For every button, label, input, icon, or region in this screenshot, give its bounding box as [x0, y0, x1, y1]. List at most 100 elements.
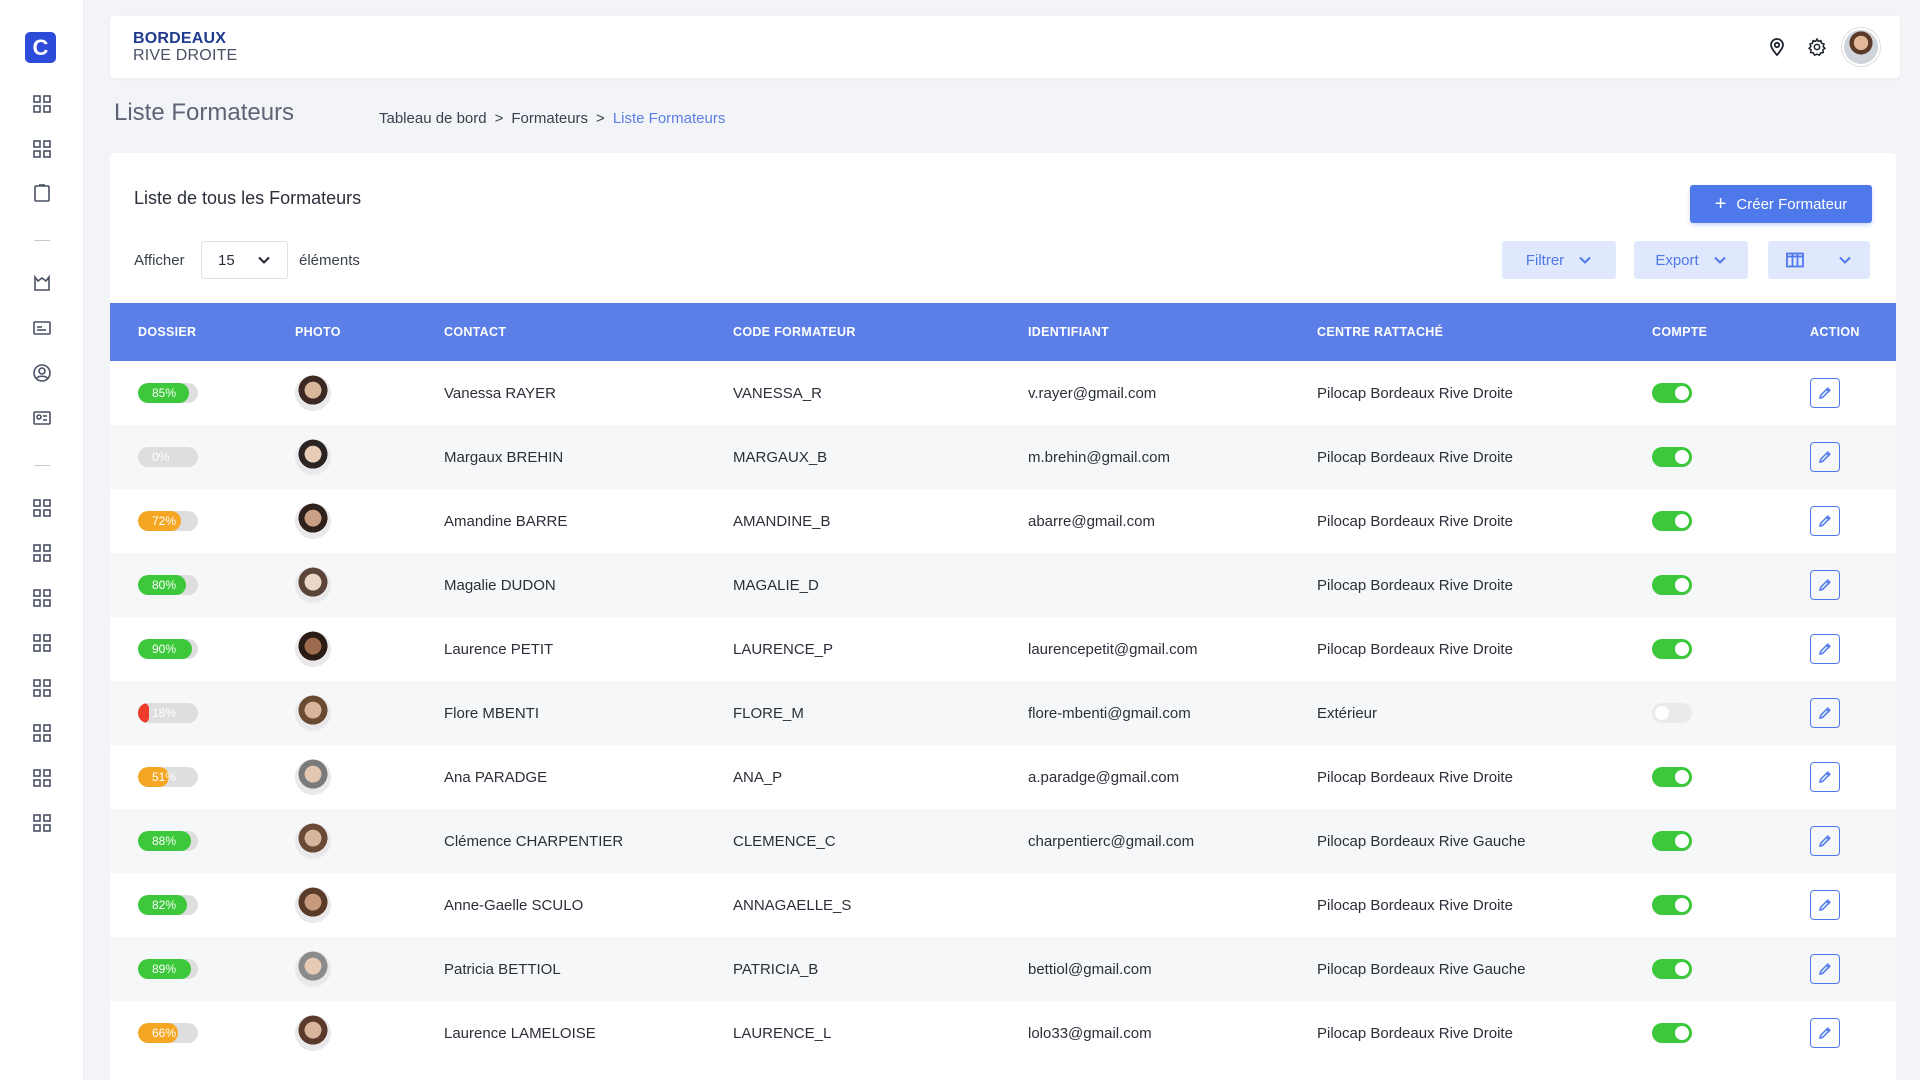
edit-button[interactable] — [1810, 698, 1840, 728]
dossier-cell: 72% — [138, 489, 198, 553]
account-toggle[interactable] — [1652, 575, 1692, 595]
trainer-code: MARGAUX_B — [733, 448, 828, 466]
pencil-icon — [1818, 387, 1831, 400]
contact-name[interactable]: Flore MBENTI — [444, 681, 539, 745]
grid-icon[interactable] — [31, 587, 53, 609]
edit-button[interactable] — [1810, 506, 1840, 536]
clipboard-icon[interactable] — [31, 182, 53, 204]
show-label: Afficher — [134, 252, 185, 269]
action-cell — [1810, 809, 1840, 873]
edit-button[interactable] — [1810, 442, 1840, 472]
column-header-centre[interactable]: CENTRE RATTACHÉ — [1317, 303, 1443, 361]
edit-button[interactable] — [1810, 570, 1840, 600]
edit-button[interactable] — [1810, 1018, 1840, 1048]
column-header-contact[interactable]: CONTACT — [444, 303, 506, 361]
breadcrumb-trainers[interactable]: Formateurs — [511, 110, 588, 127]
grid-icon[interactable] — [31, 812, 53, 834]
dossier-cell: 0% — [138, 425, 198, 489]
account-toggle[interactable] — [1652, 767, 1692, 787]
account-toggle[interactable] — [1652, 895, 1692, 915]
export-button[interactable]: Export — [1634, 241, 1748, 279]
trainer-photo — [295, 503, 331, 539]
edit-button[interactable] — [1810, 826, 1840, 856]
chevron-down-icon — [1713, 256, 1726, 264]
id-card-icon[interactable] — [31, 317, 53, 339]
centre-name: Pilocap Bordeaux Rive Droite — [1317, 640, 1513, 658]
account-toggle[interactable] — [1652, 383, 1692, 403]
contact-name[interactable]: Clémence CHARPENTIER — [444, 809, 623, 873]
dossier-percent: 82% — [152, 898, 177, 912]
account-toggle[interactable] — [1652, 959, 1692, 979]
contact-name[interactable]: Vanessa RAYER — [444, 361, 556, 425]
grid-icon[interactable] — [31, 93, 53, 115]
table-header: DOSSIER PHOTO CONTACT CODE FORMATEUR IDE… — [110, 303, 1896, 361]
account-toggle[interactable] — [1652, 831, 1692, 851]
account-toggle[interactable] — [1652, 447, 1692, 467]
pencil-icon — [1818, 835, 1831, 848]
contact-name[interactable]: Magalie DUDON — [444, 553, 556, 617]
account-toggle[interactable] — [1652, 639, 1692, 659]
trainer-code: ANNAGAELLE_S — [733, 896, 852, 914]
table-row: 90% Laurence PETIT LAURENCE_P laurencepe… — [110, 617, 1896, 681]
chevron-down-icon — [258, 256, 270, 264]
dossier-percent: 18% — [152, 706, 177, 720]
column-header-code[interactable]: CODE FORMATEUR — [733, 303, 856, 361]
grid-icon[interactable] — [31, 677, 53, 699]
user-circle-icon[interactable] — [31, 362, 53, 384]
edit-button[interactable] — [1810, 890, 1840, 920]
compte-cell — [1652, 361, 1692, 425]
grid-icon[interactable] — [31, 767, 53, 789]
contact-name[interactable]: Laurence PETIT — [444, 617, 553, 681]
column-header-dossier[interactable]: DOSSIER — [138, 303, 196, 361]
account-toggle[interactable] — [1652, 703, 1692, 723]
action-cell — [1810, 425, 1840, 489]
contact-name[interactable]: Margaux BREHIN — [444, 425, 563, 489]
contact-name[interactable]: Anne-Gaelle SCULO — [444, 873, 583, 937]
inbox-icon[interactable] — [31, 272, 53, 294]
filter-label: Filtrer — [1525, 251, 1565, 269]
app-logo[interactable]: C — [25, 32, 56, 63]
filter-button[interactable]: Filtrer — [1502, 241, 1616, 279]
grid-icon[interactable] — [31, 497, 53, 519]
dossier-cell: 18% — [138, 681, 198, 745]
contact-name[interactable]: Patricia BETTIOL — [444, 937, 561, 1001]
photo-cell — [295, 745, 331, 809]
identifiant-email: flore-mbenti@gmail.com — [1028, 704, 1191, 722]
user-avatar[interactable] — [1842, 28, 1880, 66]
dossier-progress: 66% — [138, 1023, 198, 1043]
edit-button[interactable] — [1810, 954, 1840, 984]
dossier-percent: 51% — [152, 770, 177, 784]
breadcrumb-dashboard[interactable]: Tableau de bord — [379, 110, 487, 127]
column-header-identifiant[interactable]: IDENTIFIANT — [1028, 303, 1109, 361]
account-toggle[interactable] — [1652, 1023, 1692, 1043]
columns-button[interactable] — [1768, 241, 1870, 279]
dossier-percent: 66% — [152, 1026, 177, 1040]
contact-name[interactable]: Amandine BARRE — [444, 489, 567, 553]
identifiant-email: laurencepetit@gmail.com — [1028, 640, 1198, 658]
location-pin-icon[interactable] — [1766, 36, 1788, 58]
grid-icon[interactable] — [31, 138, 53, 160]
account-toggle[interactable] — [1652, 511, 1692, 531]
create-trainer-button[interactable]: + Créer Formateur — [1690, 185, 1872, 223]
trainer-code: MAGALIE_D — [733, 576, 819, 594]
grid-icon[interactable] — [31, 632, 53, 654]
grid-icon[interactable] — [31, 542, 53, 564]
grid-icon[interactable] — [31, 722, 53, 744]
edit-button[interactable] — [1810, 762, 1840, 792]
trainer-photo — [295, 439, 331, 475]
edit-button[interactable] — [1810, 378, 1840, 408]
column-header-compte[interactable]: COMPTE — [1652, 303, 1707, 361]
dossier-percent: 0% — [152, 450, 170, 464]
gear-icon[interactable] — [1806, 36, 1828, 58]
contact-name[interactable]: Ana PARADGE — [444, 745, 547, 809]
contact-card-icon[interactable] — [31, 407, 53, 429]
column-header-photo[interactable]: PHOTO — [295, 303, 341, 361]
identifiant-email: m.brehin@gmail.com — [1028, 448, 1170, 466]
trainer-photo — [295, 951, 331, 987]
table-row: 18% Flore MBENTI FLORE_M flore-mbenti@gm… — [110, 681, 1896, 745]
page-size-select[interactable]: 15 — [201, 241, 288, 279]
contact-name[interactable]: Laurence LAMELOISE — [444, 1001, 596, 1065]
edit-button[interactable] — [1810, 634, 1840, 664]
column-header-action[interactable]: ACTION — [1810, 303, 1860, 361]
photo-cell — [295, 1001, 331, 1065]
